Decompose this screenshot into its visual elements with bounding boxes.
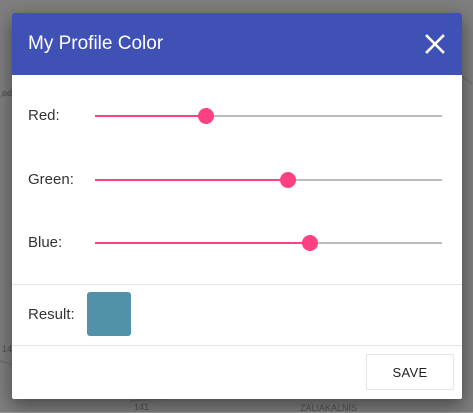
dialog-actions: SAVE bbox=[12, 346, 462, 399]
dialog-title: My Profile Color bbox=[28, 33, 164, 54]
blue-slider-thumb[interactable] bbox=[302, 235, 319, 251]
green-slider-thumb[interactable] bbox=[279, 172, 296, 188]
close-icon bbox=[425, 34, 445, 54]
profile-color-dialog: My Profile Color Red: Green: Blue: Resul… bbox=[12, 13, 462, 399]
red-slider-thumb[interactable] bbox=[198, 108, 215, 124]
save-button[interactable]: SAVE bbox=[366, 354, 454, 390]
slider-label-red: Red: bbox=[28, 107, 60, 124]
red-slider[interactable] bbox=[95, 108, 442, 124]
dialog-header: My Profile Color bbox=[12, 13, 462, 75]
slider-row-green: Green: bbox=[12, 165, 462, 195]
red-slider-fill bbox=[95, 115, 207, 117]
result-label: Result: bbox=[28, 306, 75, 323]
slider-row-blue: Blue: bbox=[12, 228, 462, 258]
green-slider[interactable] bbox=[95, 172, 442, 188]
close-button[interactable] bbox=[422, 31, 448, 57]
slider-label-green: Green: bbox=[28, 171, 74, 188]
slider-row-red: Red: bbox=[12, 101, 462, 131]
result-row: Result: bbox=[12, 285, 462, 346]
slider-label-blue: Blue: bbox=[28, 234, 63, 251]
blue-slider[interactable] bbox=[95, 235, 442, 251]
result-color-swatch bbox=[87, 292, 131, 336]
green-slider-fill bbox=[95, 179, 288, 181]
blue-slider-fill bbox=[95, 242, 311, 244]
color-sliders: Red: Green: Blue: bbox=[12, 75, 462, 285]
